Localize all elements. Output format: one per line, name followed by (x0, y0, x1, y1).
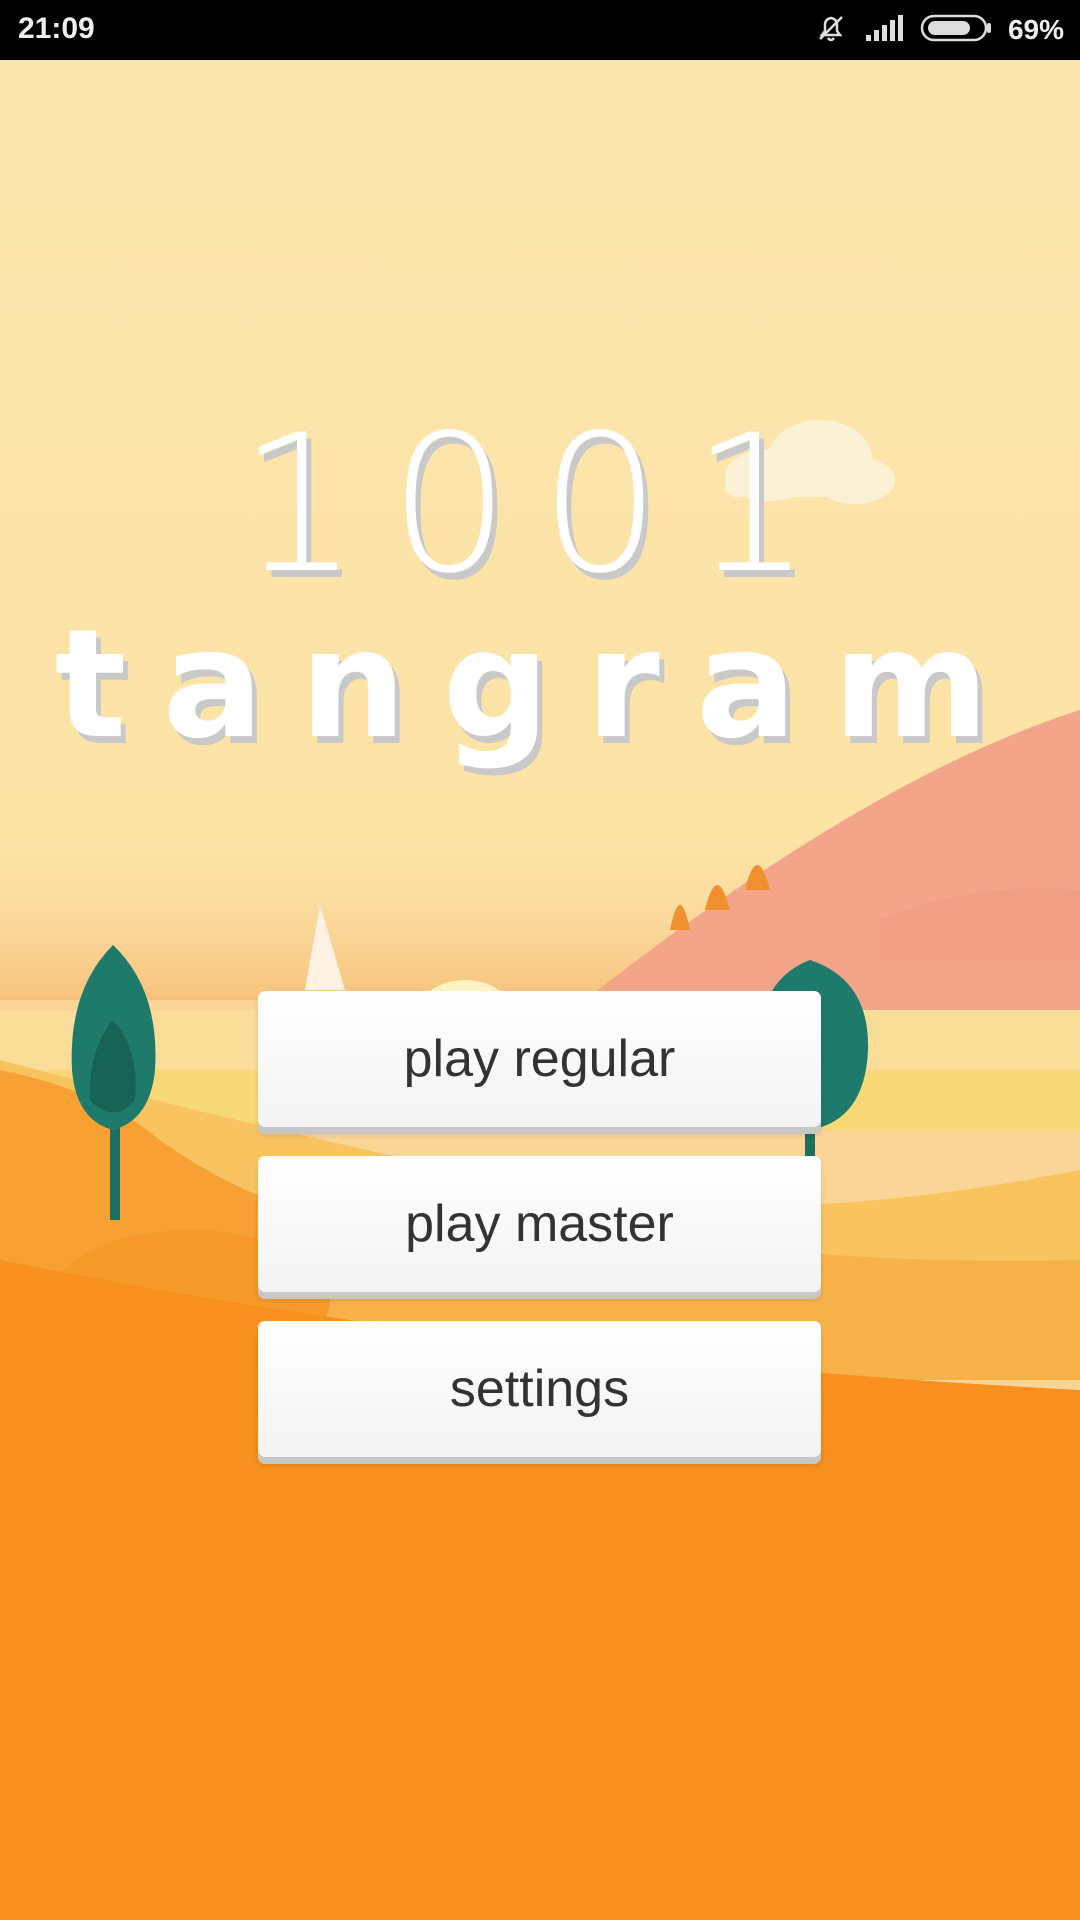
status-time: 21:09 (18, 12, 95, 45)
status-bar: 21:09 69% (0, 0, 1080, 60)
alarm-off-icon (814, 11, 848, 50)
game-title-number: 1001 (238, 394, 842, 615)
background-scene (0, 60, 1080, 1920)
status-icons: 69% (814, 10, 1064, 50)
battery-icon (920, 13, 992, 48)
game-title-word: tangram (54, 598, 1026, 772)
signal-icon (864, 13, 904, 48)
settings-button[interactable]: settings (258, 1321, 821, 1457)
play-master-button[interactable]: play master (258, 1156, 821, 1292)
battery-percent: 69% (1007, 14, 1064, 45)
play-regular-button[interactable]: play regular (258, 991, 821, 1127)
